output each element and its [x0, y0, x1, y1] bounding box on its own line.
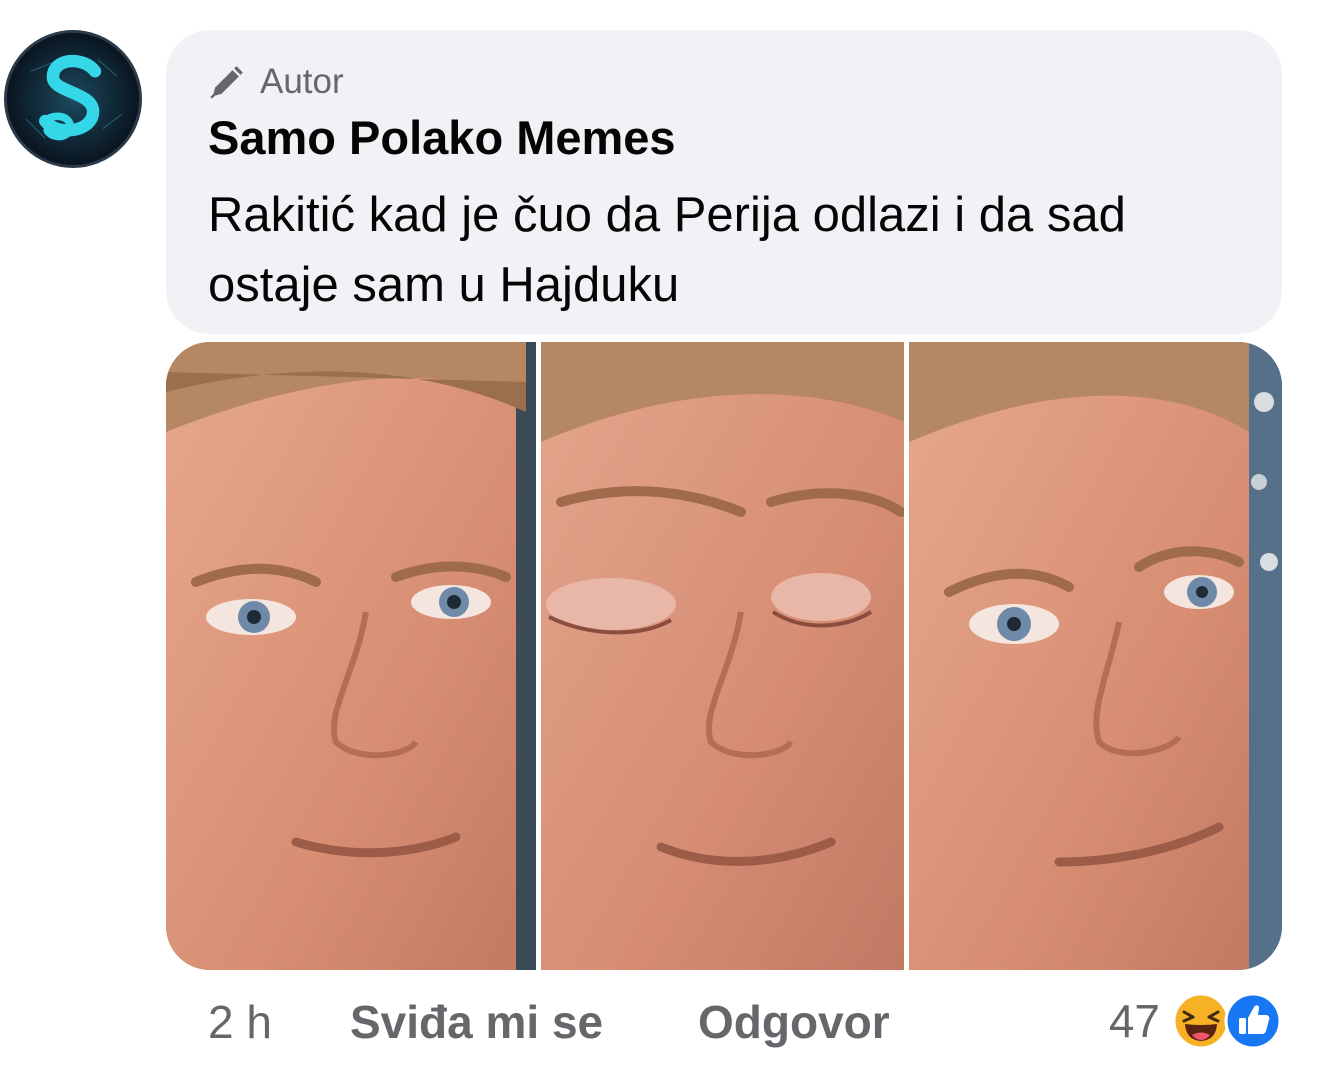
like-icon: [1224, 992, 1282, 1050]
meme-panel-1: [166, 342, 536, 970]
comment-time[interactable]: 2 h: [208, 995, 350, 1049]
reactions-summary[interactable]: 47: [1109, 990, 1282, 1052]
like-button[interactable]: Sviđa mi se: [350, 995, 698, 1049]
reply-button[interactable]: Odgovor: [698, 995, 890, 1049]
haha-icon: [1172, 992, 1230, 1050]
comment-text: Rakitić kad je čuo da Perija odlazi i da…: [208, 188, 1126, 312]
meme-image[interactable]: [166, 342, 1282, 970]
author-badge: Autor: [208, 62, 1240, 102]
reaction-count: 47: [1108, 995, 1160, 1047]
logo-s-icon: [7, 33, 139, 165]
author-badge-label: Autor: [260, 62, 344, 101]
avatar[interactable]: [4, 30, 142, 168]
meme-panel-2: [541, 342, 904, 970]
author-name[interactable]: Samo Polako Memes: [208, 108, 1240, 168]
comment-item: Autor Samo Polako Memes Rakitić kad je č…: [0, 0, 1324, 1080]
comment-bubble: Autor Samo Polako Memes Rakitić kad je č…: [166, 30, 1282, 334]
comment-actions: 2 h Sviđa mi se Odgovor: [208, 992, 890, 1052]
meme-panel-3: [909, 342, 1282, 970]
pencil-icon: [208, 63, 246, 101]
